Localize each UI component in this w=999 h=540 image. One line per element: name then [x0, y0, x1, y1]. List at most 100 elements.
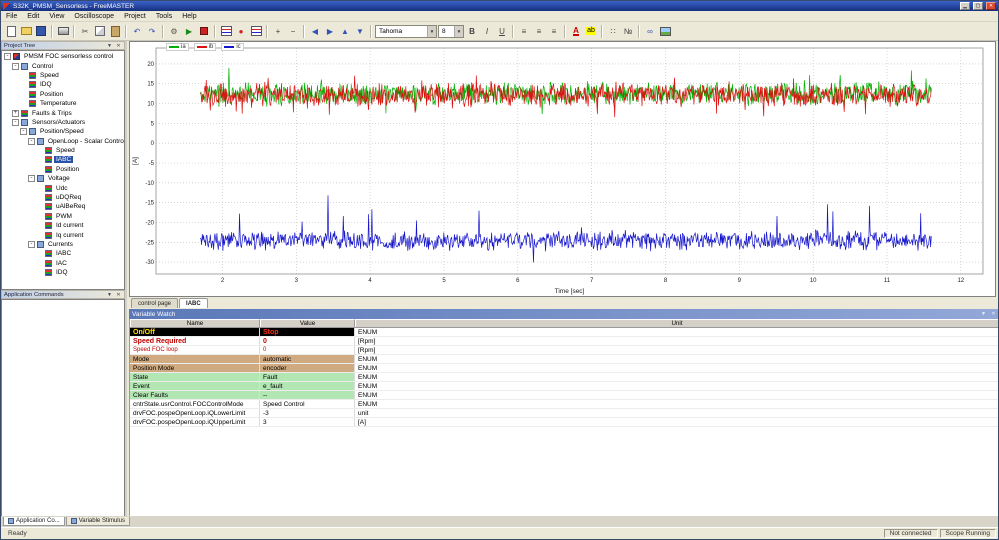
menu-help[interactable]: Help [177, 11, 201, 21]
start-communication-icon[interactable]: ▶ [182, 24, 196, 38]
align-center-icon[interactable]: ≡ [532, 24, 546, 38]
insert-image-icon[interactable] [658, 24, 672, 38]
oscilloscope-chart[interactable]: 2 3 4 5 6 7 8 9 10 11 12 20 15 10 5 0 -5 -10 -15 -20 -25 -30 T… [129, 41, 996, 297]
stop-communication-icon[interactable] [197, 24, 211, 38]
close-icon[interactable]: ✕ [115, 43, 122, 49]
project-options-icon[interactable]: ⚙ [167, 24, 181, 38]
column-header-unit[interactable]: Unit [355, 319, 998, 327]
collapse-icon[interactable]: - [20, 128, 27, 136]
menu-view[interactable]: View [44, 11, 69, 21]
tab-control-page[interactable]: control page [131, 298, 179, 308]
bullet-list-icon[interactable]: ∷ [606, 24, 620, 38]
collapse-icon[interactable]: - [28, 175, 35, 183]
font-family-select[interactable]: Tahoma ▼ [375, 24, 437, 38]
tree-item-iabc[interactable]: IABC [2, 155, 124, 164]
table-row[interactable]: Speed Required 0 [Rpm] [130, 337, 998, 346]
save-project-icon[interactable] [34, 24, 48, 38]
tree-item-idq[interactable]: IDQ [2, 268, 124, 277]
underline-button[interactable]: U [495, 24, 509, 38]
tree-item-position[interactable]: Position [2, 90, 124, 99]
table-row[interactable]: State Fault ENUM [130, 373, 998, 382]
tree-item-udqreq[interactable]: uDQReq [2, 193, 124, 202]
tree-item-id-current[interactable]: Id current [2, 221, 124, 230]
tree-item-udc[interactable]: Udc [2, 183, 124, 192]
menu-project[interactable]: Project [119, 11, 151, 21]
close-icon[interactable]: ✕ [990, 311, 997, 317]
table-row[interactable]: Clear Faults -- ENUM [130, 391, 998, 400]
italic-button[interactable]: I [480, 24, 494, 38]
tree-item-iac[interactable]: IAC [2, 259, 124, 268]
arrow-left-icon[interactable]: ◀ [308, 24, 322, 38]
numbered-list-icon[interactable]: № [621, 24, 635, 38]
cell-value[interactable]: 0 [260, 337, 355, 345]
cell-value[interactable]: Stop [260, 328, 355, 336]
paste-icon[interactable] [108, 24, 122, 38]
menu-file[interactable]: File [1, 11, 22, 21]
tab-application-co[interactable]: Application Co... [3, 517, 65, 526]
undo-icon[interactable]: ↶ [130, 24, 144, 38]
cell-value[interactable]: Speed Control [260, 400, 355, 408]
chevron-down-icon[interactable]: ▼ [454, 25, 463, 37]
arrow-down-icon[interactable]: ▼ [353, 24, 367, 38]
zoom-out-icon[interactable]: − [286, 24, 300, 38]
tree-item-position[interactable]: Position [2, 165, 124, 174]
tab-iabc[interactable]: IABC [179, 298, 208, 308]
align-right-icon[interactable]: ≡ [547, 24, 561, 38]
tree-item-ualbereq[interactable]: uAlBeReq [2, 202, 124, 211]
tab-variable-stimulus[interactable]: Variable Stimulus [65, 517, 130, 526]
cell-value[interactable]: encoder [260, 364, 355, 372]
cell-value[interactable]: Fault [260, 373, 355, 381]
menu-tools[interactable]: Tools [151, 11, 177, 21]
close-icon[interactable]: ✕ [115, 292, 122, 298]
cell-value[interactable]: e_fault [260, 382, 355, 390]
table-row[interactable]: Mode automatic ENUM [130, 355, 998, 364]
minimize-button[interactable]: ▁ [960, 2, 970, 10]
column-header-value[interactable]: Value [260, 319, 355, 327]
collapse-icon[interactable]: - [12, 62, 19, 70]
tree-item-openloop-scalar-control[interactable]: - OpenLoop - Scalar Control [2, 137, 124, 146]
highlight-color-icon[interactable] [584, 24, 598, 38]
tree-item-pwm[interactable]: PWM [2, 212, 124, 221]
text-color-icon[interactable] [569, 24, 583, 38]
print-icon[interactable] [56, 24, 70, 38]
menu-edit[interactable]: Edit [22, 11, 44, 21]
collapse-icon[interactable]: - [28, 241, 35, 248]
arrow-up-icon[interactable]: ▲ [338, 24, 352, 38]
variable-watch-icon[interactable] [249, 24, 263, 38]
arrow-right-icon[interactable]: ▶ [323, 24, 337, 38]
table-row[interactable]: drvFOC.pospeOpenLoop.iQLowerLimit -3 unit [130, 409, 998, 418]
align-left-icon[interactable]: ≡ [517, 24, 531, 38]
tree-item-voltage[interactable]: - Voltage [2, 174, 124, 183]
tree-item-speed[interactable]: Speed [2, 71, 124, 80]
new-recorder-icon[interactable]: ● [234, 24, 248, 38]
tree-item-idq[interactable]: IDQ [2, 80, 124, 89]
tree-item-control[interactable]: - Control [2, 61, 124, 70]
cell-value[interactable]: 3 [260, 418, 355, 426]
column-header-name[interactable]: Name [130, 319, 260, 327]
insert-link-icon[interactable]: ∞ [643, 24, 657, 38]
chevron-down-icon[interactable]: ▼ [980, 311, 987, 317]
zoom-in-icon[interactable]: + [271, 24, 285, 38]
menu-oscilloscope[interactable]: Oscilloscope [69, 11, 119, 21]
open-project-icon[interactable] [19, 24, 33, 38]
table-row[interactable]: Event e_fault ENUM [130, 382, 998, 391]
table-row[interactable]: drvFOC.pospeOpenLoop.iQUpperLimit 3 [A] [130, 418, 998, 427]
table-row[interactable]: cntrState.usrControl.FOCControlMode Speed… [130, 400, 998, 409]
collapse-icon[interactable]: - [28, 137, 35, 145]
maximize-button[interactable]: ▢ [973, 2, 983, 10]
new-project-icon[interactable] [4, 24, 18, 38]
chevron-down-icon[interactable]: ▼ [106, 292, 113, 298]
new-scope-icon[interactable] [219, 24, 233, 38]
cell-value[interactable]: -- [260, 391, 355, 399]
cell-value[interactable]: automatic [260, 355, 355, 363]
expand-icon[interactable]: + [12, 109, 19, 117]
cell-value[interactable]: 0 [260, 346, 355, 354]
tree-item-pmsm-foc-sensorless-control[interactable]: - PMSM FOC sensorless control [2, 52, 124, 61]
table-row[interactable]: Position Mode encoder ENUM [130, 364, 998, 373]
tree-item-speed[interactable]: Speed [2, 146, 124, 155]
tree-item-iabc[interactable]: IABC [2, 249, 124, 258]
collapse-icon[interactable]: - [12, 118, 19, 126]
tree-item-temperature[interactable]: Temperature [2, 99, 124, 108]
table-row[interactable]: On/Off Stop ENUM [130, 328, 998, 337]
tree-item-faults-trips[interactable]: + Faults & Trips [2, 108, 124, 117]
